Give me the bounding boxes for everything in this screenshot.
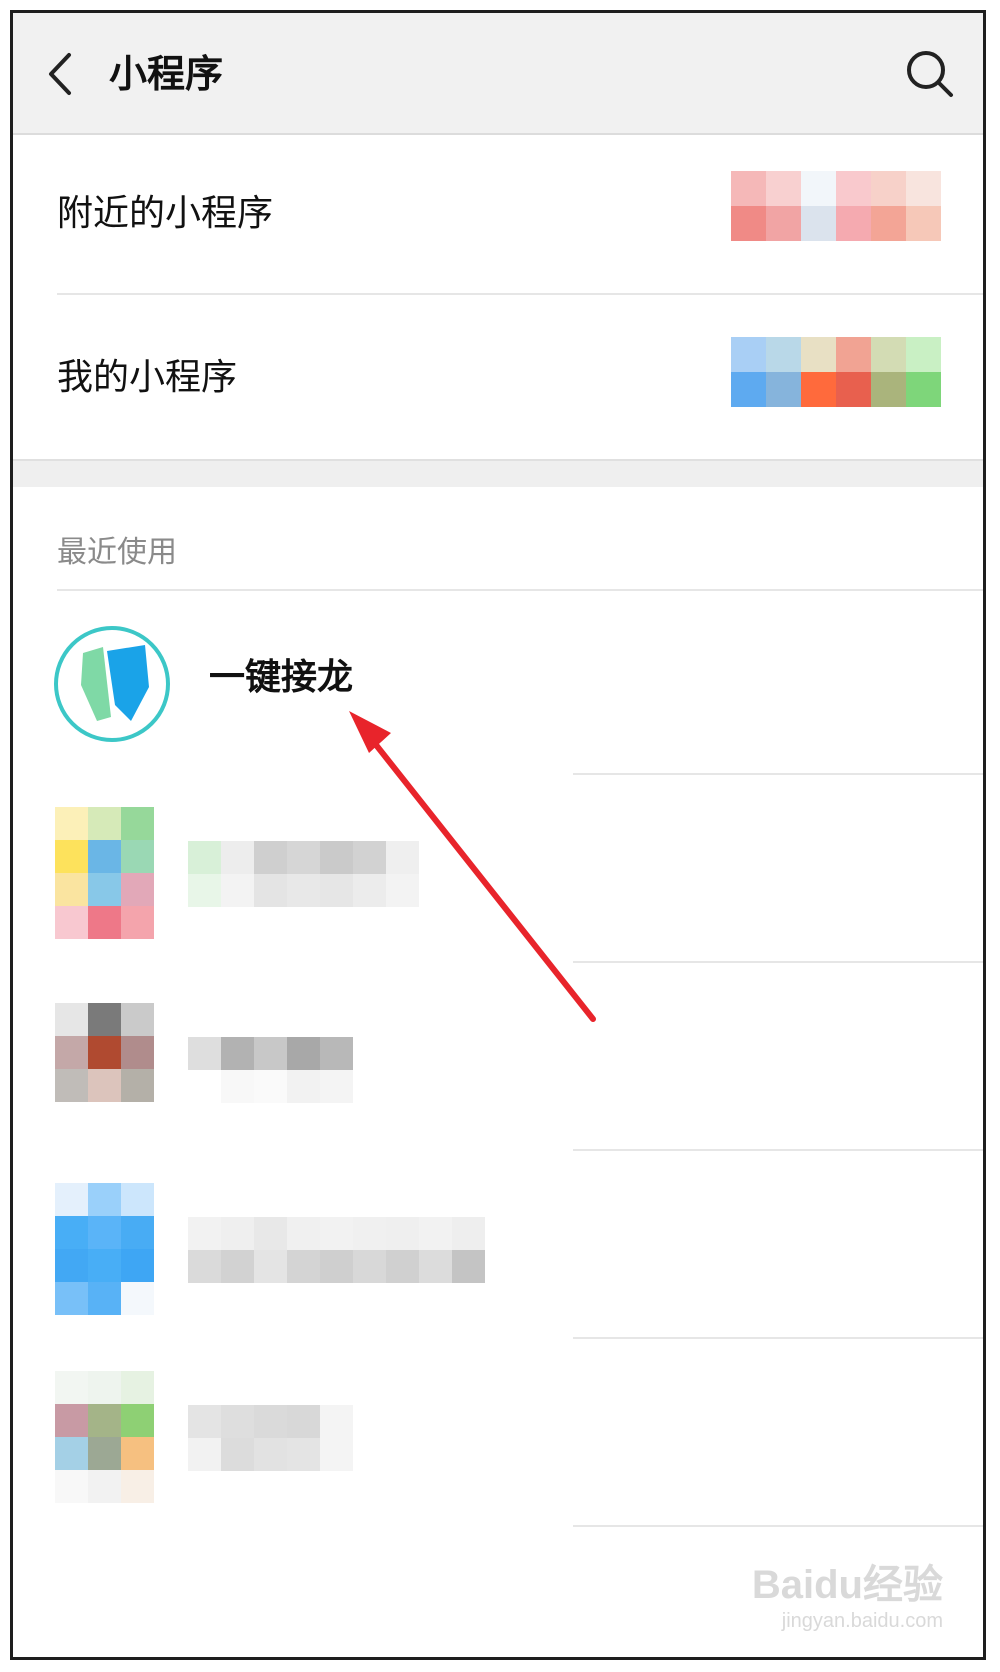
back-arrow-icon xyxy=(49,53,71,95)
recent-item-blurred[interactable] xyxy=(13,1151,983,1337)
jielong-logo-icon xyxy=(53,625,171,743)
my-mini-programs-row[interactable]: 我的小程序 xyxy=(13,295,983,459)
search-button[interactable] xyxy=(903,47,957,101)
search-icon xyxy=(907,51,953,97)
back-button[interactable] xyxy=(41,49,81,99)
blurred-app-icon xyxy=(55,1183,154,1315)
recent-item-jielong[interactable]: 一键接龙 xyxy=(13,591,983,773)
row-label: 我的小程序 xyxy=(57,357,238,398)
blurred-app-name xyxy=(188,841,419,907)
row-label: 附近的小程序 xyxy=(57,193,274,234)
nearby-preview-thumbnail xyxy=(731,171,941,241)
baidu-watermark: Baidu经验 jingyan.baidu.com xyxy=(752,1552,943,1633)
recent-item-blurred[interactable] xyxy=(13,963,983,1149)
recent-section-title: 最近使用 xyxy=(57,535,177,570)
top-bar: 小程序 xyxy=(13,13,983,135)
recent-item-blurred[interactable] xyxy=(13,1339,983,1525)
phone-screen: 小程序 附近的小程序 我的小程序 最近使用 一键接龙 Baidu经验 jingy… xyxy=(10,10,986,1660)
blurred-app-name xyxy=(188,1037,353,1103)
watermark-main-text: Baidu经验 xyxy=(751,1563,943,1607)
blurred-app-icon xyxy=(55,1371,154,1503)
blurred-app-icon xyxy=(55,1003,154,1102)
page-title: 小程序 xyxy=(109,52,224,96)
section-gap xyxy=(13,459,983,487)
blurred-app-icon xyxy=(55,807,154,939)
item-divider xyxy=(573,1525,983,1527)
watermark-sub-text: jingyan.baidu.com xyxy=(781,1610,943,1632)
blurred-app-name xyxy=(188,1217,485,1283)
my-programs-preview-thumbnail xyxy=(731,337,941,407)
nearby-mini-programs-row[interactable]: 附近的小程序 xyxy=(13,135,983,299)
blurred-app-name xyxy=(188,1405,353,1471)
recent-item-name: 一键接龙 xyxy=(209,657,354,698)
recent-item-blurred[interactable] xyxy=(13,775,983,961)
